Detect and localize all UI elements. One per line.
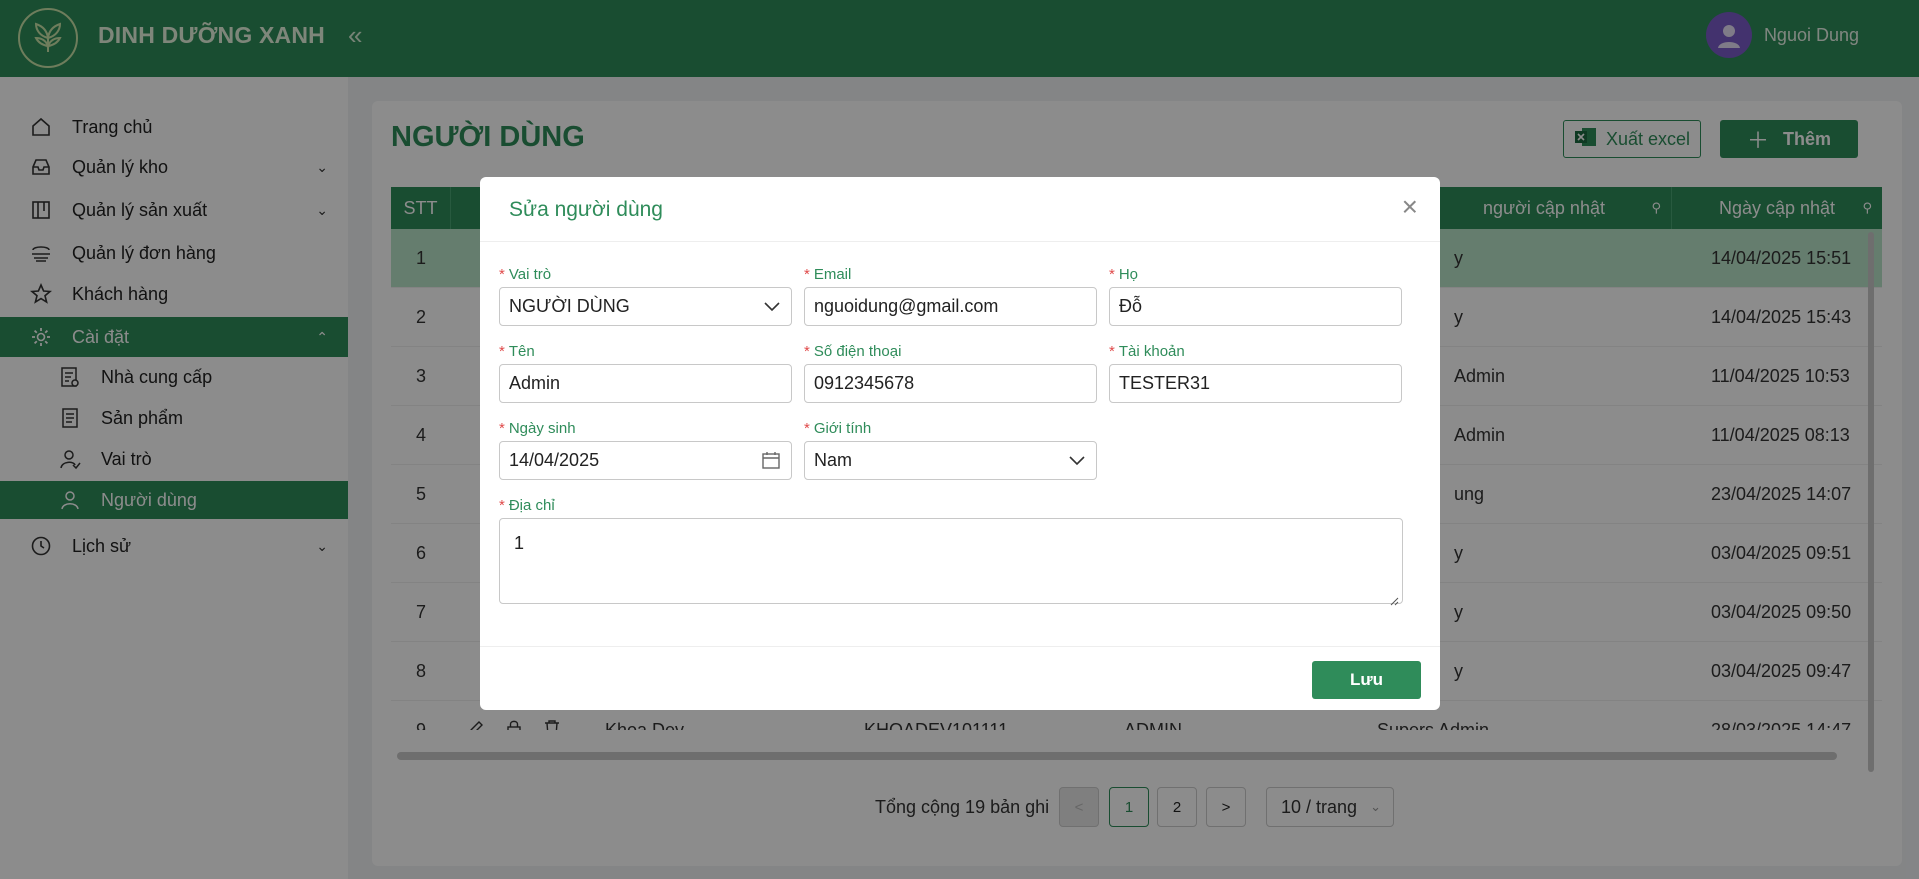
save-button[interactable]: Lưu (1312, 661, 1421, 699)
phone-field[interactable]: 0912345678 (804, 364, 1097, 403)
first-name-label: * Tên (499, 343, 535, 360)
address-label: * Địa chỉ (499, 497, 555, 514)
email-value: nguoidung@gmail.com (814, 296, 999, 316)
dob-datepicker[interactable]: 14/04/2025 (499, 441, 792, 480)
chevron-down-icon (1068, 450, 1086, 475)
account-value: TESTER31 (1119, 373, 1211, 393)
dob-value: 14/04/2025 (509, 450, 600, 470)
last-name-value: Đỗ (1119, 296, 1143, 316)
role-select[interactable]: NGƯỜI DÙNG (499, 287, 792, 326)
close-icon[interactable]: × (1402, 193, 1418, 221)
account-label: * Tài khoản (1109, 343, 1185, 360)
gender-label: * Giới tính (804, 420, 872, 437)
role-label: * Vai trò (499, 266, 552, 283)
phone-value: 0912345678 (814, 373, 915, 393)
last-name-label: * Họ (1109, 266, 1139, 283)
address-value: 1 (514, 533, 525, 553)
modal-footer-divider (480, 646, 1440, 647)
calendar-icon[interactable] (761, 450, 781, 475)
role-value: NGƯỜI DÙNG (509, 296, 630, 316)
resize-handle-icon[interactable] (1389, 590, 1399, 606)
email-field[interactable]: nguoidung@gmail.com (804, 287, 1097, 326)
address-textarea[interactable]: 1 (499, 518, 1403, 606)
dob-label: * Ngày sinh (499, 420, 576, 437)
first-name-value: Admin (509, 373, 561, 393)
last-name-field[interactable]: Đỗ (1109, 287, 1402, 326)
gender-select[interactable]: Nam (804, 441, 1097, 480)
first-name-field[interactable]: Admin (499, 364, 792, 403)
email-label: * Email (804, 266, 852, 283)
gender-value: Nam (814, 450, 853, 470)
account-field[interactable]: TESTER31 (1109, 364, 1402, 403)
chevron-down-icon (763, 296, 781, 321)
edit-user-modal: Sửa người dùng × * Vai trò NGƯỜI DÙNG * Em… (480, 177, 1440, 710)
modal-header: Sửa người dùng × (480, 177, 1440, 242)
modal-title: Sửa người dùng (509, 198, 663, 221)
phone-label: * Số điện thoại (804, 343, 902, 360)
